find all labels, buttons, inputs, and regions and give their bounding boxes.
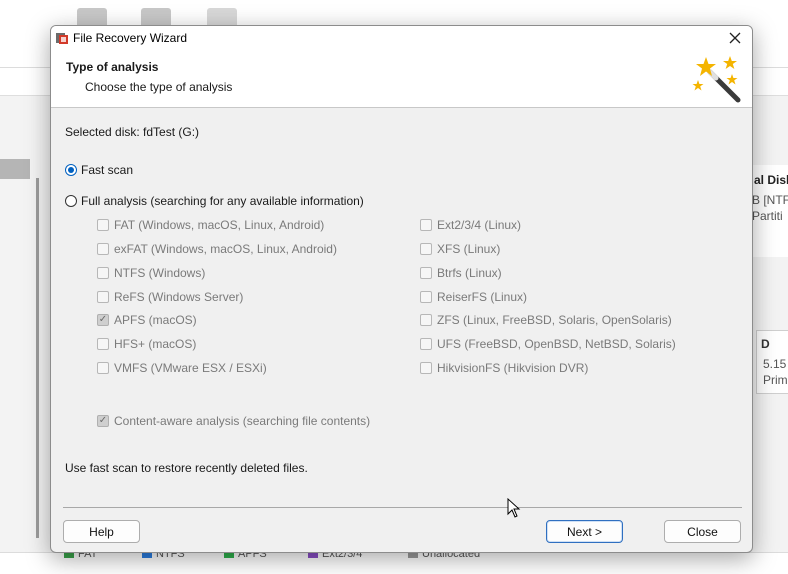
dialog-titlebar[interactable]: File Recovery Wizard: [51, 26, 752, 50]
close-button[interactable]: Close: [664, 520, 741, 543]
mouse-cursor-icon: [507, 498, 521, 518]
background-legend-bar: [0, 552, 788, 574]
checkbox[interactable]: [420, 219, 432, 231]
help-button[interactable]: Help: [63, 520, 140, 543]
checkbox-checked[interactable]: ✓: [97, 415, 109, 427]
background-selected-row: [0, 159, 30, 179]
fs-label: XFS (Linux): [437, 242, 501, 256]
hint-text: Use fast scan to restore recently delete…: [65, 461, 308, 475]
fs-checkbox-exfat[interactable]: exFAT (Windows, macOS, Linux, Android): [97, 242, 337, 256]
fs-checkbox-ufs[interactable]: UFS (FreeBSD, OpenBSD, NetBSD, Solaris): [420, 337, 676, 351]
close-icon[interactable]: [726, 29, 744, 47]
magic-wand-icon: [692, 56, 741, 103]
fs-checkbox-xfs[interactable]: XFS (Linux): [420, 242, 500, 256]
radio-indicator[interactable]: [65, 195, 77, 207]
fs-label: UFS (FreeBSD, OpenBSD, NetBSD, Solaris): [437, 337, 676, 351]
disk-card-line-2: B [NTFS: [752, 193, 788, 207]
footer-separator: [63, 507, 742, 508]
fast-scan-label: Fast scan: [81, 163, 134, 177]
fs-label: VMFS (VMware ESX / ESXi): [114, 361, 267, 375]
checkbox[interactable]: [420, 267, 432, 279]
background-partition-card: D 5.15 G Prim: [756, 330, 788, 394]
fs-checkbox-reiserfs[interactable]: ReiserFS (Linux): [420, 290, 527, 304]
background-scrollbar[interactable]: [36, 178, 39, 538]
header-title: Type of analysis: [66, 60, 159, 74]
partition-card-line-2: 5.15 G: [763, 357, 788, 371]
fs-checkbox-hikvisionfs[interactable]: HikvisionFS (Hikvision DVR): [420, 361, 588, 375]
app-icon: [56, 33, 68, 44]
checkbox[interactable]: [420, 243, 432, 255]
disk-card-line-3: Partiti: [752, 209, 783, 223]
checkbox[interactable]: [420, 291, 432, 303]
full-analysis-radio[interactable]: Full analysis (searching for any availab…: [65, 194, 364, 208]
file-recovery-wizard-dialog: File Recovery Wizard Type of analysis Ch…: [50, 25, 753, 553]
fast-scan-radio[interactable]: Fast scan: [65, 163, 133, 177]
checkbox[interactable]: [97, 243, 109, 255]
fs-label: FAT (Windows, macOS, Linux, Android): [114, 218, 325, 232]
fs-label: exFAT (Windows, macOS, Linux, Android): [114, 242, 337, 256]
content-aware-checkbox[interactable]: ✓ Content-aware analysis (searching file …: [97, 414, 370, 428]
fs-label: APFS (macOS): [114, 313, 197, 327]
fs-label: Ext2/3/4 (Linux): [437, 218, 522, 232]
checkbox[interactable]: [420, 362, 432, 374]
fs-checkbox-ntfs[interactable]: NTFS (Windows): [97, 266, 205, 280]
partition-card-line-3: Prim: [763, 373, 788, 387]
selected-disk-label: Selected disk: fdTest (G:): [65, 125, 200, 139]
fs-checkbox-btrfs[interactable]: Btrfs (Linux): [420, 266, 502, 280]
wizard-header: Type of analysis Choose the type of anal…: [51, 50, 752, 108]
fs-label: ZFS (Linux, FreeBSD, Solaris, OpenSolari…: [437, 313, 672, 327]
fs-checkbox-fat[interactable]: FAT (Windows, macOS, Linux, Android): [97, 218, 324, 232]
fs-checkbox-ext[interactable]: Ext2/3/4 (Linux): [420, 218, 521, 232]
checkbox[interactable]: [97, 267, 109, 279]
header-subtitle: Choose the type of analysis: [85, 80, 233, 94]
full-analysis-label: Full analysis (searching for any availab…: [81, 194, 364, 208]
checkbox[interactable]: [97, 219, 109, 231]
fs-label: HikvisionFS (Hikvision DVR): [437, 361, 589, 375]
fs-label: HFS+ (macOS): [114, 337, 197, 351]
fs-checkbox-zfs[interactable]: ZFS (Linux, FreeBSD, Solaris, OpenSolari…: [420, 313, 672, 327]
wizard-content: Selected disk: fdTest (G:) Fast scan Ful…: [51, 109, 752, 552]
fs-checkbox-refs[interactable]: ReFS (Windows Server): [97, 290, 243, 304]
checkbox-checked[interactable]: ✓: [97, 314, 109, 326]
fs-label: Btrfs (Linux): [437, 266, 502, 280]
fs-checkbox-apfs[interactable]: ✓ APFS (macOS): [97, 313, 197, 327]
dialog-title: File Recovery Wizard: [73, 31, 188, 45]
fs-checkbox-hfs[interactable]: HFS+ (macOS): [97, 337, 196, 351]
fs-label: ReFS (Windows Server): [114, 290, 244, 304]
fs-checkbox-vmfs[interactable]: VMFS (VMware ESX / ESXi): [97, 361, 267, 375]
checkbox[interactable]: [420, 338, 432, 350]
checkbox[interactable]: [97, 291, 109, 303]
radio-indicator[interactable]: [65, 164, 77, 176]
checkbox[interactable]: [420, 314, 432, 326]
checkbox[interactable]: [97, 362, 109, 374]
fs-label: ReiserFS (Linux): [437, 290, 528, 304]
disk-card-line-1: al Disk: [754, 173, 788, 187]
partition-card-line-1: D: [761, 337, 770, 351]
background-disk-card: al Disk B [NTFS Partiti: [752, 165, 788, 257]
next-button[interactable]: Next >: [546, 520, 623, 543]
content-aware-label: Content-aware analysis (searching file c…: [114, 414, 371, 428]
checkbox[interactable]: [97, 338, 109, 350]
fs-label: NTFS (Windows): [114, 266, 206, 280]
